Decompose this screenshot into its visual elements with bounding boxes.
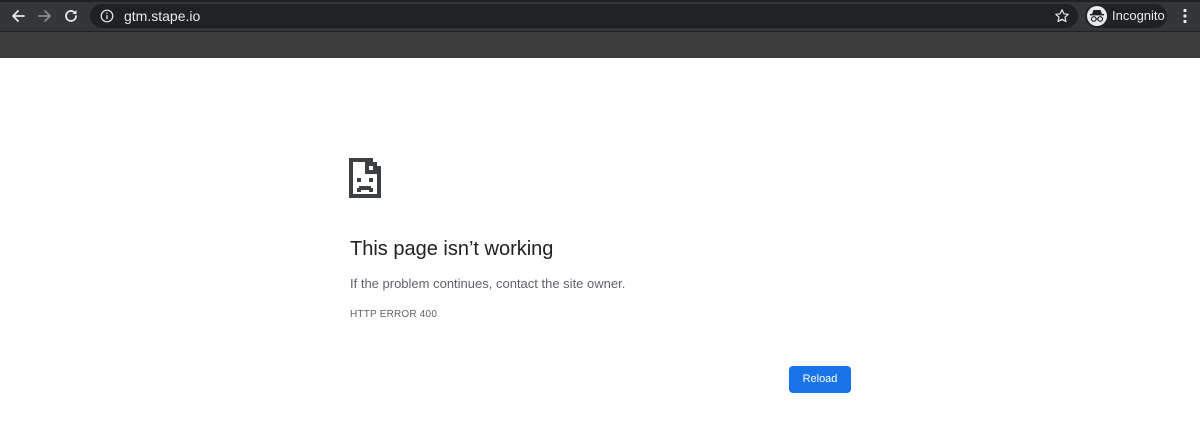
error-description: If the problem continues, contact the si… bbox=[350, 276, 626, 291]
incognito-icon bbox=[1090, 10, 1104, 22]
star-icon[interactable] bbox=[1054, 8, 1070, 24]
reload-icon bbox=[65, 10, 77, 22]
reload-button[interactable]: Reload bbox=[789, 366, 851, 393]
browser-toolbar: gtm.stape.io Incognito bbox=[0, 0, 1200, 32]
page-title: This page isn’t working bbox=[350, 238, 554, 260]
url-text[interactable]: gtm.stape.io bbox=[124, 8, 200, 24]
address-bar[interactable]: gtm.stape.io bbox=[90, 4, 1078, 28]
forward-button[interactable] bbox=[34, 5, 56, 27]
sad-document-icon bbox=[349, 158, 381, 198]
error-code: HTTP ERROR 400 bbox=[350, 309, 438, 320]
avatar bbox=[1087, 6, 1107, 26]
back-button[interactable] bbox=[7, 5, 29, 27]
back-arrow-icon bbox=[12, 10, 25, 22]
reload-browser-button[interactable] bbox=[60, 5, 82, 27]
incognito-profile-button[interactable]: Incognito bbox=[1085, 4, 1167, 28]
info-icon[interactable] bbox=[100, 9, 114, 23]
browser-menu-button[interactable] bbox=[1175, 6, 1195, 26]
kebab-menu-icon bbox=[1183, 8, 1187, 24]
bookmark-bar bbox=[0, 32, 1200, 58]
profile-label: Incognito bbox=[1112, 8, 1165, 23]
forward-arrow-icon bbox=[38, 10, 51, 22]
